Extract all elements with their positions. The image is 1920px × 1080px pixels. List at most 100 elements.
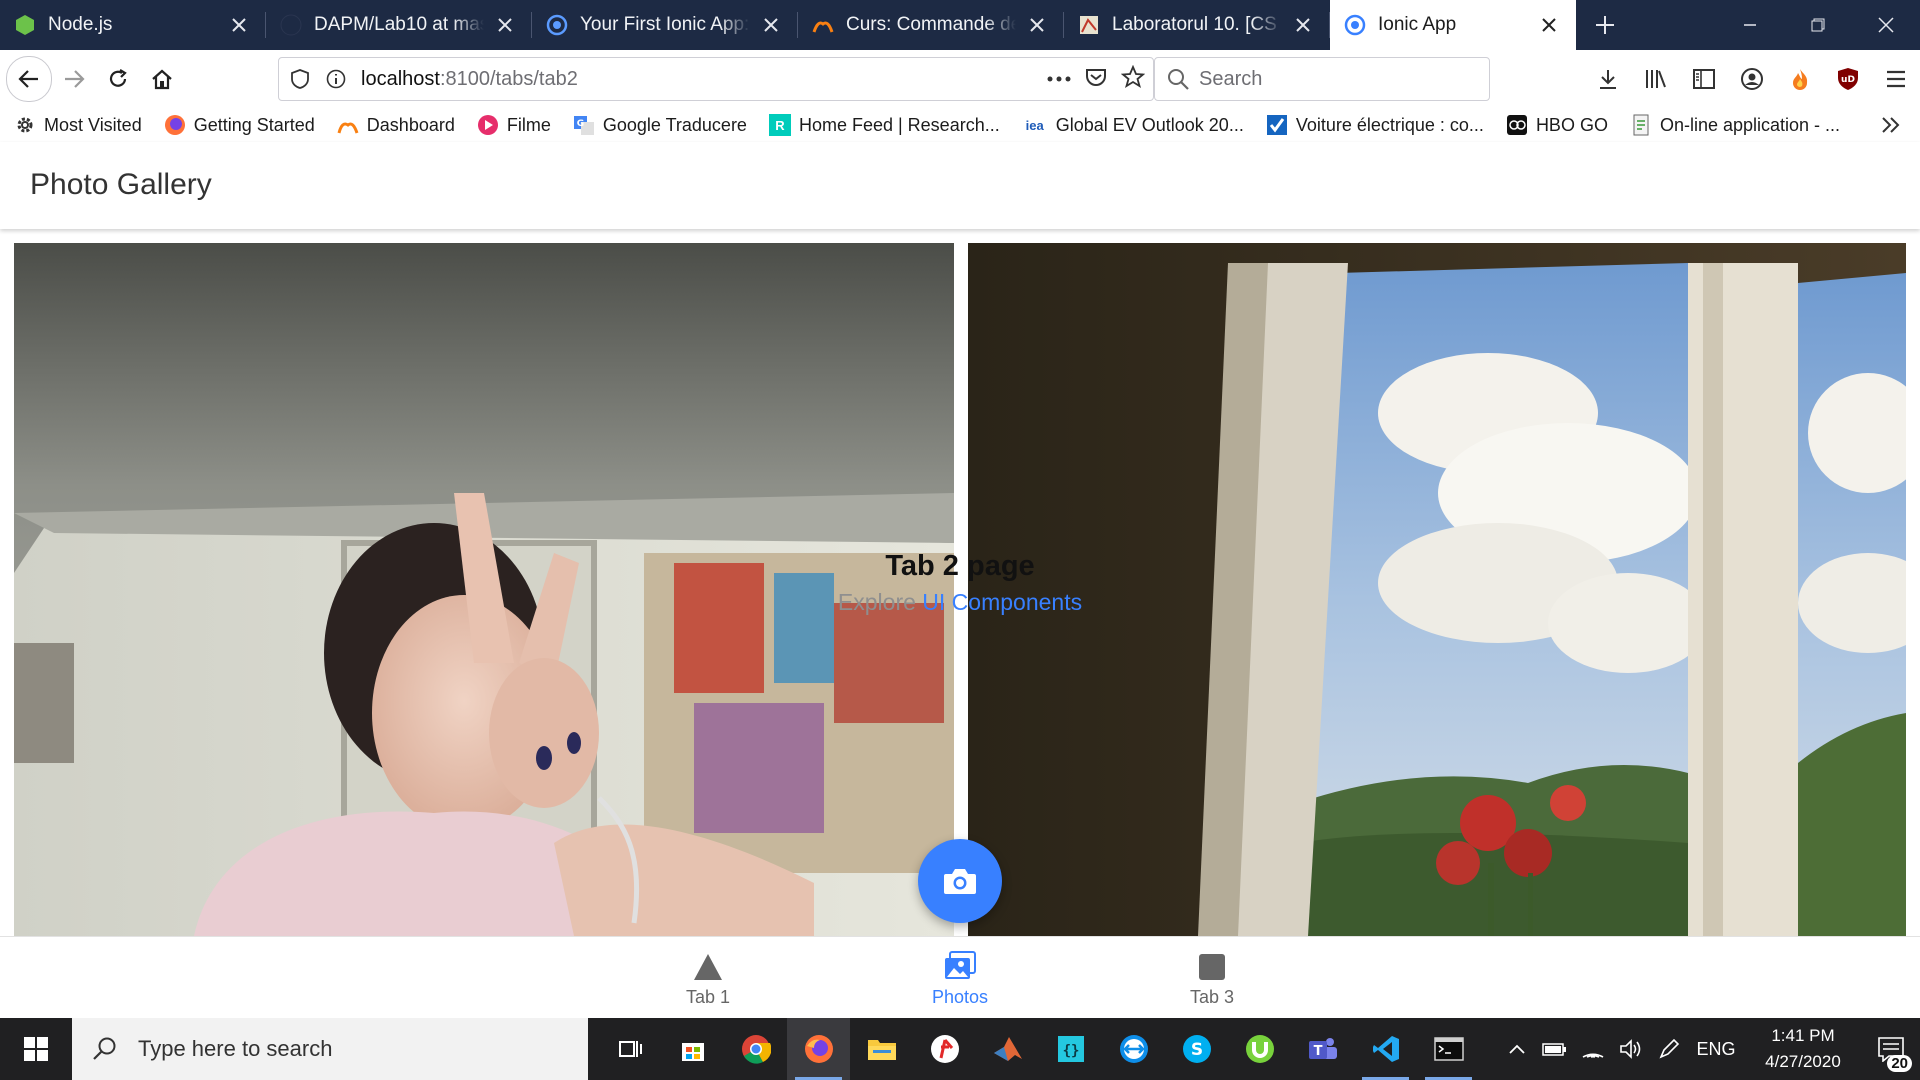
terminal-icon[interactable] bbox=[1417, 1018, 1480, 1080]
wifi-icon[interactable] bbox=[1574, 1018, 1612, 1080]
close-tab-icon[interactable] bbox=[1024, 12, 1050, 38]
gear-icon bbox=[14, 114, 36, 136]
close-window-button[interactable] bbox=[1852, 0, 1920, 50]
page-actions-icon[interactable] bbox=[1047, 70, 1071, 88]
start-button[interactable] bbox=[0, 1018, 72, 1080]
brackets-icon[interactable]: {} bbox=[1039, 1018, 1102, 1080]
home-button[interactable] bbox=[140, 57, 184, 101]
clock[interactable]: 1:41 PM 4/27/2020 bbox=[1744, 1023, 1862, 1075]
square-icon bbox=[1198, 949, 1226, 981]
svg-text:G: G bbox=[577, 119, 584, 129]
notifications-button[interactable]: 20 bbox=[1862, 1018, 1920, 1080]
tab-label: Tab 1 bbox=[685, 986, 731, 1007]
taskbar-search[interactable]: Type here to search bbox=[72, 1018, 588, 1080]
close-tab-icon[interactable] bbox=[226, 12, 252, 38]
iea-icon: iea bbox=[1025, 117, 1044, 133]
close-tab-icon[interactable] bbox=[1536, 12, 1562, 38]
url-text: localhost:8100/tabs/tab2 bbox=[361, 67, 578, 90]
clock-time: 1:41 PM bbox=[1771, 1026, 1835, 1045]
browser-tab-nodejs[interactable]: Node.js bbox=[0, 0, 266, 50]
bookmark-star-icon[interactable] bbox=[1120, 64, 1146, 94]
bookmark-most-visited[interactable]: Most Visited bbox=[14, 114, 142, 136]
library-icon[interactable] bbox=[1632, 57, 1680, 101]
bookmark-hbo-go[interactable]: HBO GO bbox=[1506, 114, 1608, 136]
info-icon[interactable] bbox=[321, 69, 351, 89]
reload-icon bbox=[109, 69, 127, 87]
app-header: Photo Gallery bbox=[0, 142, 1920, 229]
battery-icon[interactable] bbox=[1536, 1018, 1574, 1080]
close-tab-icon[interactable] bbox=[1290, 12, 1316, 38]
bookmark-online-application[interactable]: On-line application - ... bbox=[1630, 114, 1840, 136]
teams-icon[interactable]: T bbox=[1291, 1018, 1354, 1080]
ui-components-link[interactable]: UI Components bbox=[922, 589, 1082, 615]
reload-button[interactable] bbox=[96, 57, 140, 101]
shield-icon[interactable] bbox=[285, 69, 315, 89]
researchgate-icon: R bbox=[768, 114, 791, 136]
bookmark-google-traducere[interactable]: G Google Traducere bbox=[573, 114, 747, 136]
close-tab-icon[interactable] bbox=[492, 12, 518, 38]
moodle-icon bbox=[337, 114, 359, 136]
file-explorer-icon[interactable] bbox=[850, 1018, 913, 1080]
tab-button-tab1[interactable]: Tab 1 bbox=[638, 937, 778, 1019]
restore-button[interactable] bbox=[1784, 0, 1852, 50]
tab-button-photos[interactable]: Photos bbox=[890, 937, 1030, 1019]
system-tray: ENG 1:41 PM 4/27/2020 20 bbox=[1498, 1018, 1920, 1080]
firefox-taskbar-icon[interactable] bbox=[787, 1018, 850, 1080]
browser-tab-github[interactable]: DAPM/Lab10 at master bbox=[266, 0, 532, 50]
task-view-icon[interactable] bbox=[598, 1018, 661, 1080]
play-icon bbox=[477, 114, 499, 136]
search-bar[interactable]: Search bbox=[1154, 57, 1490, 101]
browser-tab-ionic-app[interactable]: Ionic App bbox=[1330, 0, 1576, 50]
svg-text:S: S bbox=[1190, 1040, 1202, 1060]
teamviewer-icon[interactable] bbox=[1102, 1018, 1165, 1080]
bookmark-filme[interactable]: Filme bbox=[477, 114, 551, 136]
download-icon[interactable] bbox=[1584, 57, 1632, 101]
tab-button-tab3[interactable]: Tab 3 bbox=[1142, 937, 1282, 1019]
taskbar-search-placeholder: Type here to search bbox=[138, 1036, 333, 1061]
bookmark-researchgate[interactable]: R Home Feed | Research... bbox=[768, 114, 1000, 136]
search-icon bbox=[1168, 69, 1189, 90]
browser-tab-ionic-docs[interactable]: Your First Ionic App: Angular bbox=[532, 0, 798, 50]
skype-icon[interactable]: S bbox=[1165, 1018, 1228, 1080]
yandex-icon[interactable] bbox=[913, 1018, 976, 1080]
tab-title: Laboratorul 10. [CS Open bbox=[1112, 14, 1282, 35]
browser-tab-laboratorul[interactable]: Laboratorul 10. [CS Open bbox=[1064, 0, 1330, 50]
sidebar-icon[interactable] bbox=[1680, 57, 1728, 101]
hbo-icon bbox=[1506, 114, 1528, 136]
chrome-icon[interactable] bbox=[724, 1018, 787, 1080]
chevron-up-icon[interactable] bbox=[1498, 1018, 1536, 1080]
flame-extension-icon[interactable] bbox=[1776, 57, 1824, 101]
account-icon[interactable] bbox=[1728, 57, 1776, 101]
store-icon[interactable] bbox=[661, 1018, 724, 1080]
close-tab-icon[interactable] bbox=[758, 12, 784, 38]
forward-button[interactable] bbox=[52, 57, 96, 101]
ublock-icon[interactable]: uD bbox=[1824, 57, 1872, 101]
utorrent-icon[interactable] bbox=[1228, 1018, 1291, 1080]
bookmark-dashboard[interactable]: Dashboard bbox=[337, 114, 455, 136]
windows-icon bbox=[24, 1037, 48, 1061]
bookmark-getting-started[interactable]: Getting Started bbox=[164, 114, 315, 136]
ionic-icon bbox=[1344, 14, 1366, 36]
page-title: Photo Gallery bbox=[30, 168, 212, 201]
chevron-right-icon[interactable] bbox=[1876, 112, 1906, 138]
tab-heading: Tab 2 page bbox=[885, 550, 1035, 582]
lab-icon bbox=[1078, 14, 1100, 36]
matlab-icon[interactable] bbox=[976, 1018, 1039, 1080]
menu-icon[interactable] bbox=[1872, 57, 1920, 101]
pocket-icon[interactable] bbox=[1085, 66, 1107, 93]
tab-title: Ionic App bbox=[1378, 14, 1457, 35]
minimize-button[interactable] bbox=[1716, 0, 1784, 50]
volume-icon[interactable] bbox=[1612, 1018, 1650, 1080]
address-bar[interactable]: localhost:8100/tabs/tab2 bbox=[278, 57, 1154, 101]
window-controls bbox=[1716, 0, 1920, 50]
bookmark-iea[interactable]: iea Global EV Outlook 20... bbox=[1022, 114, 1244, 136]
back-button[interactable] bbox=[6, 56, 52, 102]
browser-tab-moodle[interactable]: Curs: Commande des parametres bbox=[798, 0, 1064, 50]
new-tab-button[interactable] bbox=[1576, 0, 1634, 50]
take-photo-button[interactable] bbox=[918, 839, 1002, 923]
language-indicator[interactable]: ENG bbox=[1688, 1018, 1744, 1080]
bookmark-voiture[interactable]: Voiture électrique : co... bbox=[1266, 114, 1484, 136]
pen-icon[interactable] bbox=[1650, 1018, 1688, 1080]
vscode-icon[interactable] bbox=[1354, 1018, 1417, 1080]
arrow-right-icon bbox=[65, 70, 85, 88]
